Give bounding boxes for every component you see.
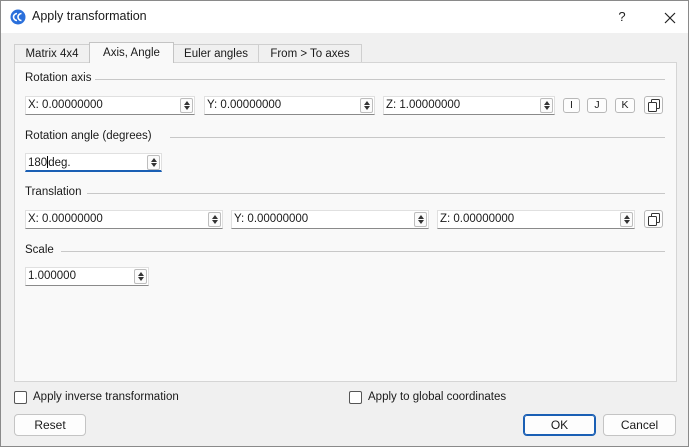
ok-button[interactable]: OK [523, 414, 596, 436]
down-arrow-icon [624, 220, 630, 224]
up-arrow-icon [624, 215, 630, 219]
down-arrow-icon [544, 106, 550, 110]
apply-inverse-label[interactable]: Apply inverse transformation [33, 391, 179, 403]
translation-y-value: Y: 0.00000000 [234, 213, 309, 225]
down-arrow-icon [138, 277, 144, 281]
rotation-angle-suffix: deg. [48, 157, 71, 169]
apply-transformation-dialog: Apply transformation ? Matrix 4x4 Axis, … [0, 0, 689, 447]
scale-spinner[interactable] [134, 269, 147, 284]
rotation-axis-z-input[interactable]: Z: 1.00000000 [383, 96, 555, 115]
rotation-axis-divider [93, 79, 665, 80]
rotation-angle-input[interactable]: 180deg. [25, 153, 162, 172]
reset-button[interactable]: Reset [14, 414, 86, 436]
close-icon [664, 12, 676, 24]
up-arrow-icon [184, 101, 190, 105]
down-arrow-icon [418, 220, 424, 224]
axis-i-button[interactable]: I [563, 98, 580, 113]
up-arrow-icon [138, 272, 144, 276]
up-arrow-icon [212, 215, 218, 219]
cloudcompare-app-icon [10, 9, 26, 25]
down-arrow-icon [151, 163, 157, 167]
rotation-axis-x-input[interactable]: X: 0.00000000 [25, 96, 195, 115]
help-button[interactable]: ? [605, 1, 639, 33]
scale-label: Scale [25, 244, 58, 256]
copy-icon [648, 213, 660, 226]
rotation-axis-z-value: Z: 1.00000000 [386, 99, 461, 111]
rotation-axis-copy-button[interactable] [644, 96, 663, 114]
rotation-axis-y-spinner[interactable] [360, 98, 373, 113]
translation-divider [87, 193, 665, 194]
axis-j-button[interactable]: J [587, 98, 607, 113]
rotation-axis-y-input[interactable]: Y: 0.00000000 [204, 96, 375, 115]
down-arrow-icon [184, 106, 190, 110]
window-title: Apply transformation [32, 9, 147, 23]
rotation-axis-z-spinner[interactable] [540, 98, 553, 113]
rotation-angle-spinner[interactable] [147, 155, 160, 170]
translation-z-spinner[interactable] [620, 212, 633, 227]
translation-y-input[interactable]: Y: 0.00000000 [231, 210, 429, 229]
axis-k-button[interactable]: K [615, 98, 635, 113]
scale-divider [61, 251, 665, 252]
rotation-axis-y-value: Y: 0.00000000 [207, 99, 282, 111]
translation-x-spinner[interactable] [208, 212, 221, 227]
up-arrow-icon [364, 101, 370, 105]
scale-value: 1.000000 [28, 270, 76, 282]
copy-icon [648, 99, 660, 112]
tab-axis-angle[interactable]: Axis, Angle [89, 42, 174, 63]
cancel-button[interactable]: Cancel [603, 414, 676, 436]
rotation-angle-number: 180 [28, 157, 48, 169]
rotation-axis-label: Rotation axis [25, 72, 96, 84]
rotation-axis-x-value: X: 0.00000000 [28, 99, 103, 111]
up-arrow-icon [418, 215, 424, 219]
apply-inverse-checkbox[interactable] [14, 391, 27, 404]
tab-matrix-4x4[interactable]: Matrix 4x4 [14, 44, 90, 63]
translation-copy-button[interactable] [644, 210, 663, 228]
close-button[interactable] [653, 1, 687, 33]
apply-global-checkbox[interactable] [349, 391, 362, 404]
up-arrow-icon [544, 101, 550, 105]
scale-input[interactable]: 1.000000 [25, 267, 149, 286]
rotation-angle-label: Rotation angle (degrees) [25, 130, 156, 142]
axis-angle-panel: Rotation axis X: 0.00000000 Y: 0.0000000… [14, 62, 677, 382]
rotation-angle-value: 180deg. [28, 156, 71, 169]
tab-euler-angles[interactable]: Euler angles [173, 44, 259, 63]
apply-global-label[interactable]: Apply to global coordinates [368, 391, 506, 403]
tab-from-to-axes[interactable]: From > To axes [258, 44, 362, 63]
translation-y-spinner[interactable] [414, 212, 427, 227]
rotation-axis-x-spinner[interactable] [180, 98, 193, 113]
translation-z-input[interactable]: Z: 0.00000000 [437, 210, 635, 229]
translation-x-value: X: 0.00000000 [28, 213, 103, 225]
translation-z-value: Z: 0.00000000 [440, 213, 515, 225]
translation-x-input[interactable]: X: 0.00000000 [25, 210, 223, 229]
down-arrow-icon [212, 220, 218, 224]
translation-label: Translation [25, 186, 86, 198]
rotation-angle-divider [170, 137, 665, 138]
up-arrow-icon [151, 158, 157, 162]
title-bar: Apply transformation ? [1, 1, 688, 33]
down-arrow-icon [364, 106, 370, 110]
